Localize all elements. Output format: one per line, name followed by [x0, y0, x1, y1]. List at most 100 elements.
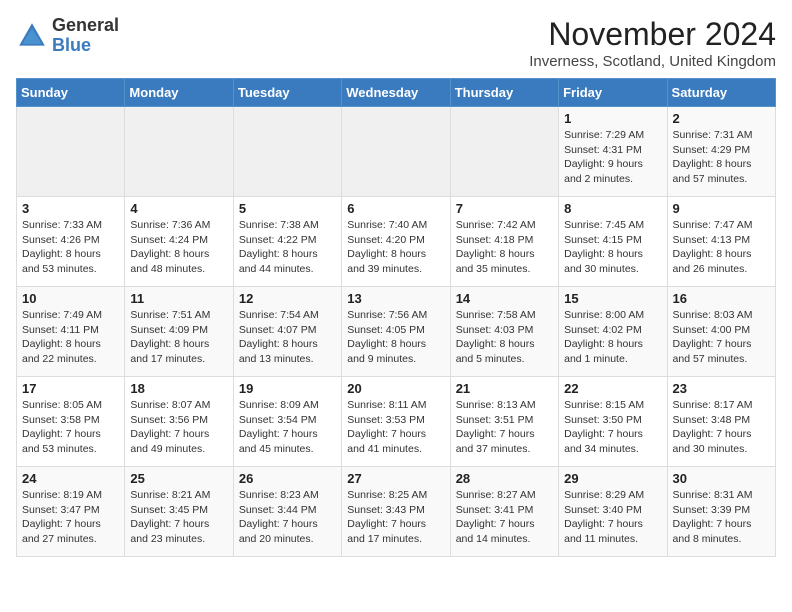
day-number: 15 — [564, 291, 661, 306]
calendar-cell: 14 Sunrise: 7:58 AMSunset: 4:03 PMDayligh… — [450, 287, 558, 377]
calendar-cell: 4 Sunrise: 7:36 AMSunset: 4:24 PMDaylight… — [125, 197, 233, 287]
calendar-cell: 15 Sunrise: 8:00 AMSunset: 4:02 PMDayligh… — [559, 287, 667, 377]
calendar-cell: 9 Sunrise: 7:47 AMSunset: 4:13 PMDaylight… — [667, 197, 775, 287]
day-number: 14 — [456, 291, 553, 306]
month-title: November 2024 — [529, 16, 776, 53]
day-info: Sunrise: 7:36 AMSunset: 4:24 PMDaylight:… — [130, 218, 227, 277]
day-info: Sunrise: 8:21 AMSunset: 3:45 PMDaylight:… — [130, 488, 227, 547]
calendar-header-sunday: Sunday — [17, 79, 125, 107]
day-number: 10 — [22, 291, 119, 306]
calendar-cell: 19 Sunrise: 8:09 AMSunset: 3:54 PMDayligh… — [233, 377, 341, 467]
day-number: 16 — [673, 291, 770, 306]
logo-general: General — [52, 15, 119, 35]
day-number: 19 — [239, 381, 336, 396]
day-number: 5 — [239, 201, 336, 216]
day-number: 26 — [239, 471, 336, 486]
day-info: Sunrise: 7:49 AMSunset: 4:11 PMDaylight:… — [22, 308, 119, 367]
day-info: Sunrise: 7:56 AMSunset: 4:05 PMDaylight:… — [347, 308, 444, 367]
day-info: Sunrise: 7:45 AMSunset: 4:15 PMDaylight:… — [564, 218, 661, 277]
calendar-header-thursday: Thursday — [450, 79, 558, 107]
day-number: 12 — [239, 291, 336, 306]
calendar-cell: 2 Sunrise: 7:31 AMSunset: 4:29 PMDaylight… — [667, 107, 775, 197]
day-info: Sunrise: 8:23 AMSunset: 3:44 PMDaylight:… — [239, 488, 336, 547]
logo-blue: Blue — [52, 35, 91, 55]
title-block: November 2024 Inverness, Scotland, Unite… — [529, 16, 776, 70]
calendar-cell: 22 Sunrise: 8:15 AMSunset: 3:50 PMDayligh… — [559, 377, 667, 467]
calendar-header-tuesday: Tuesday — [233, 79, 341, 107]
calendar-cell: 18Sunrise: 8:07 AMSunset: 3:56 PMDayligh… — [125, 377, 233, 467]
day-number: 25 — [130, 471, 227, 486]
day-info: Sunrise: 8:09 AMSunset: 3:54 PMDaylight:… — [239, 398, 336, 457]
day-number: 18 — [130, 381, 227, 396]
day-number: 8 — [564, 201, 661, 216]
day-info: Sunrise: 8:19 AMSunset: 3:47 PMDaylight:… — [22, 488, 119, 547]
calendar-cell: 11 Sunrise: 7:51 AMSunset: 4:09 PMDayligh… — [125, 287, 233, 377]
day-number: 2 — [673, 111, 770, 126]
calendar-cell — [342, 107, 450, 197]
day-info: Sunrise: 7:58 AMSunset: 4:03 PMDaylight:… — [456, 308, 553, 367]
calendar-cell: 3 Sunrise: 7:33 AMSunset: 4:26 PMDaylight… — [17, 197, 125, 287]
calendar-header-monday: Monday — [125, 79, 233, 107]
calendar-cell: 24 Sunrise: 8:19 AMSunset: 3:47 PMDayligh… — [17, 467, 125, 557]
calendar-cell: 21Sunrise: 8:13 AMSunset: 3:51 PMDayligh… — [450, 377, 558, 467]
day-number: 24 — [22, 471, 119, 486]
day-info: Sunrise: 8:25 AMSunset: 3:43 PMDaylight:… — [347, 488, 444, 547]
day-number: 20 — [347, 381, 444, 396]
day-info: Sunrise: 8:15 AMSunset: 3:50 PMDaylight:… — [564, 398, 661, 457]
day-number: 17 — [22, 381, 119, 396]
day-info: Sunrise: 7:54 AMSunset: 4:07 PMDaylight:… — [239, 308, 336, 367]
calendar-cell: 23Sunrise: 8:17 AMSunset: 3:48 PMDayligh… — [667, 377, 775, 467]
day-number: 4 — [130, 201, 227, 216]
calendar-cell: 28 Sunrise: 8:27 AMSunset: 3:41 PMDayligh… — [450, 467, 558, 557]
calendar-cell: 7 Sunrise: 7:42 AMSunset: 4:18 PMDaylight… — [450, 197, 558, 287]
calendar-week-2: 3 Sunrise: 7:33 AMSunset: 4:26 PMDaylight… — [17, 197, 776, 287]
calendar-cell: 29Sunrise: 8:29 AMSunset: 3:40 PMDayligh… — [559, 467, 667, 557]
calendar-header-wednesday: Wednesday — [342, 79, 450, 107]
calendar-cell — [17, 107, 125, 197]
location: Inverness, Scotland, United Kingdom — [529, 53, 776, 70]
day-number: 3 — [22, 201, 119, 216]
day-number: 1 — [564, 111, 661, 126]
day-info: Sunrise: 8:27 AMSunset: 3:41 PMDaylight:… — [456, 488, 553, 547]
day-number: 28 — [456, 471, 553, 486]
calendar-cell: 13Sunrise: 7:56 AMSunset: 4:05 PMDayligh… — [342, 287, 450, 377]
day-info: Sunrise: 7:42 AMSunset: 4:18 PMDaylight:… — [456, 218, 553, 277]
calendar-cell: 8 Sunrise: 7:45 AMSunset: 4:15 PMDaylight… — [559, 197, 667, 287]
day-info: Sunrise: 8:03 AMSunset: 4:00 PMDaylight:… — [673, 308, 770, 367]
calendar-cell: 1Sunrise: 7:29 AMSunset: 4:31 PMDaylight… — [559, 107, 667, 197]
calendar-cell: 5 Sunrise: 7:38 AMSunset: 4:22 PMDaylight… — [233, 197, 341, 287]
logo: General Blue — [16, 16, 119, 56]
calendar-cell: 12 Sunrise: 7:54 AMSunset: 4:07 PMDayligh… — [233, 287, 341, 377]
calendar-cell — [125, 107, 233, 197]
day-number: 7 — [456, 201, 553, 216]
day-number: 11 — [130, 291, 227, 306]
day-info: Sunrise: 7:51 AMSunset: 4:09 PMDaylight:… — [130, 308, 227, 367]
day-number: 30 — [673, 471, 770, 486]
day-number: 27 — [347, 471, 444, 486]
day-info: Sunrise: 7:38 AMSunset: 4:22 PMDaylight:… — [239, 218, 336, 277]
day-number: 6 — [347, 201, 444, 216]
calendar-table: SundayMondayTuesdayWednesdayThursdayFrid… — [16, 78, 776, 557]
day-info: Sunrise: 8:17 AMSunset: 3:48 PMDaylight:… — [673, 398, 770, 457]
calendar-cell: 26 Sunrise: 8:23 AMSunset: 3:44 PMDayligh… — [233, 467, 341, 557]
day-info: Sunrise: 8:05 AMSunset: 3:58 PMDaylight:… — [22, 398, 119, 457]
day-number: 21 — [456, 381, 553, 396]
day-info: Sunrise: 8:31 AMSunset: 3:39 PMDaylight:… — [673, 488, 770, 547]
day-number: 9 — [673, 201, 770, 216]
day-number: 22 — [564, 381, 661, 396]
calendar-cell: 16 Sunrise: 8:03 AMSunset: 4:00 PMDayligh… — [667, 287, 775, 377]
calendar-cell — [450, 107, 558, 197]
calendar-cell: 27 Sunrise: 8:25 AMSunset: 3:43 PMDayligh… — [342, 467, 450, 557]
day-info: Sunrise: 8:00 AMSunset: 4:02 PMDaylight:… — [564, 308, 661, 367]
day-number: 29 — [564, 471, 661, 486]
calendar-cell: 25 Sunrise: 8:21 AMSunset: 3:45 PMDayligh… — [125, 467, 233, 557]
calendar-week-5: 24 Sunrise: 8:19 AMSunset: 3:47 PMDayligh… — [17, 467, 776, 557]
day-info: Sunrise: 7:33 AMSunset: 4:26 PMDaylight:… — [22, 218, 119, 277]
logo-text: General Blue — [52, 16, 119, 56]
day-info: Sunrise: 7:47 AMSunset: 4:13 PMDaylight:… — [673, 218, 770, 277]
calendar-week-3: 10 Sunrise: 7:49 AMSunset: 4:11 PMDayligh… — [17, 287, 776, 377]
day-info: Sunrise: 7:31 AMSunset: 4:29 PMDaylight:… — [673, 128, 770, 187]
calendar-week-1: 1Sunrise: 7:29 AMSunset: 4:31 PMDaylight… — [17, 107, 776, 197]
day-info: Sunrise: 8:11 AMSunset: 3:53 PMDaylight:… — [347, 398, 444, 457]
logo-icon — [16, 20, 48, 52]
